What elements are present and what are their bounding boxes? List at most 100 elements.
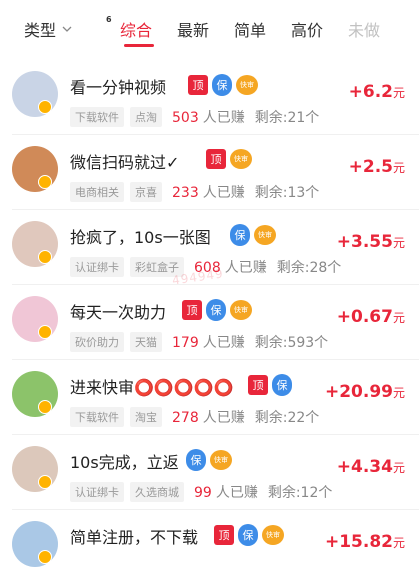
tab-not-done[interactable]: 未做 — [348, 17, 405, 41]
reward-unit: 元 — [392, 536, 405, 550]
earned-number: 233 — [172, 185, 199, 201]
task-badges: 保快审 — [186, 449, 232, 471]
remaining-count: 剩余:21个 — [254, 110, 320, 126]
earned-number: 179 — [172, 335, 199, 351]
avatar-crown-badge — [38, 475, 52, 489]
task-row[interactable]: 看一分钟视频 顶保快审下载软件 点淘 503 人已赚 剩余:21个 +6.2元 — [0, 60, 419, 135]
reward-unit: 元 — [392, 161, 405, 175]
remaining-count: 剩余:593个 — [254, 335, 329, 351]
category-tag: 京喜 — [130, 182, 162, 202]
category-tag: 砍价助力 — [70, 332, 124, 352]
reward-value: +15.82 — [324, 532, 393, 552]
guarantee-shield-icon: 保 — [212, 74, 232, 96]
task-row[interactable]: 微信扫码就过✓ 顶快审电商相关 京喜 233 人已赚 剩余:13个 +2.5元 — [0, 135, 419, 210]
avatar-crown-badge — [38, 175, 52, 189]
earned-number: 99 — [194, 485, 212, 501]
tab-simple[interactable]: 简单 — [234, 17, 291, 41]
avatar-crown-badge — [38, 100, 52, 114]
task-title: 抢疯了，10s一张图 — [70, 228, 211, 247]
category-tag: 下载软件 — [70, 407, 124, 427]
earned-suffix: 人已赚 — [202, 335, 245, 351]
avatar-crown-badge — [38, 400, 52, 414]
reward-amount: +4.34元 — [337, 457, 405, 477]
active-tab-indicator — [124, 44, 154, 47]
reward-value: +2.5 — [348, 157, 393, 177]
earned-suffix: 人已赚 — [224, 260, 267, 276]
tab-comprehensive[interactable]: 综合 — [120, 17, 177, 41]
fast-review-badge: 快审 — [236, 75, 258, 95]
earned-number: 278 — [172, 410, 199, 426]
sort-tabs: 综合 最新 简单 高价 未做 — [120, 17, 405, 41]
avatar-crown-badge — [38, 250, 52, 264]
reward-value: +3.55 — [336, 232, 393, 252]
task-badges: 顶保快审 — [182, 299, 252, 321]
earned-count: 278 人已赚 — [168, 407, 245, 427]
earned-suffix: 人已赚 — [202, 185, 245, 201]
pinned-badge: 顶 — [188, 75, 208, 95]
reward-unit: 元 — [392, 386, 405, 400]
category-tag: 久选商城 — [130, 482, 184, 502]
earned-suffix: 人已赚 — [202, 110, 245, 126]
category-tag: 点淘 — [130, 107, 162, 127]
reward-amount: +2.5元 — [349, 157, 405, 177]
task-badges: 顶保快审 — [214, 524, 284, 546]
reward-amount: +0.67元 — [337, 307, 405, 327]
tab-newest[interactable]: 最新 — [177, 17, 234, 41]
category-tag: 认证绑卡 — [70, 257, 124, 277]
task-badges: 顶保快审 — [188, 74, 258, 96]
task-title: 微信扫码就过✓ — [70, 153, 180, 172]
task-row[interactable]: 每天一次助力顶保快审 砍价助力 天猫 179 人已赚 剩余:593个 +0.67元 — [0, 285, 419, 360]
earned-count: 233 人已赚 — [168, 182, 245, 202]
type-dropdown-label: 类型 — [24, 21, 57, 40]
category-tag: 天猫 — [130, 332, 162, 352]
category-tag: 认证绑卡 — [70, 482, 124, 502]
task-meta: 认证绑卡 久选商城 99 人已赚 剩余:12个 — [70, 482, 332, 502]
earned-count: 503 人已赚 — [168, 107, 245, 127]
reward-value: +20.99 — [324, 382, 393, 402]
fast-review-badge: 快审 — [262, 525, 284, 545]
guarantee-shield-icon: 保 — [272, 374, 292, 396]
reward-amount: +6.2元 — [349, 82, 405, 102]
reward-value: +0.67 — [336, 307, 393, 327]
task-row[interactable]: 进来快审⭕⭕⭕⭕⭕ 顶保下载软件 淘宝 278 人已赚 剩余:22个 +20.99元 — [0, 360, 419, 435]
reward-amount: +15.82元 — [325, 532, 405, 552]
task-meta: 电商相关 京喜 233 人已赚 剩余:13个 — [70, 182, 319, 202]
earned-count: 99 人已赚 — [190, 482, 258, 502]
tab-count-dot: 6 — [106, 15, 112, 24]
reward-amount: +20.99元 — [325, 382, 405, 402]
pinned-badge: 顶 — [214, 525, 234, 545]
reward-amount: +3.55元 — [337, 232, 405, 252]
task-title: 10s完成，立返 — [70, 453, 179, 472]
reward-value: +4.34 — [336, 457, 393, 477]
task-badges: 顶快审 — [206, 149, 252, 169]
tab-high-price[interactable]: 高价 — [291, 17, 348, 41]
category-tag: 下载软件 — [70, 107, 124, 127]
remaining-count: 剩余:28个 — [276, 260, 342, 276]
reward-unit: 元 — [392, 86, 405, 100]
task-meta: 砍价助力 天猫 179 人已赚 剩余:593个 — [70, 332, 328, 352]
type-dropdown[interactable]: 类型 — [24, 17, 73, 41]
remaining-count: 剩余:22个 — [254, 410, 320, 426]
remaining-count: 剩余:12个 — [267, 485, 333, 501]
task-title: 看一分钟视频 — [70, 78, 167, 97]
avatar-crown-badge — [38, 325, 52, 339]
remaining-count: 剩余:13个 — [254, 185, 320, 201]
reward-unit: 元 — [392, 461, 405, 475]
fast-review-badge: 快审 — [230, 300, 252, 320]
fast-review-badge: 快审 — [230, 149, 252, 169]
earned-number: 503 — [172, 110, 199, 126]
reward-value: +6.2 — [348, 82, 393, 102]
task-list: 看一分钟视频顶保快审 下载软件 点淘 503 人已赚 剩余:21个 +6.2元 微信扫码就过✓… — [0, 60, 419, 569]
task-badges: 顶保 — [248, 374, 292, 396]
category-tag: 电商相关 — [70, 182, 124, 202]
guarantee-shield-icon: 保 — [238, 524, 258, 546]
task-row[interactable]: 10s完成，立返保快审认证绑卡 久选商城 99 人已赚 剩余:12个 +4.34元 — [0, 435, 419, 510]
guarantee-shield-icon: 保 — [186, 449, 206, 471]
earned-suffix: 人已赚 — [215, 485, 258, 501]
task-row[interactable]: 简单注册，不下载顶保快审 +15.82元 — [0, 510, 419, 569]
fast-review-badge: 快审 — [210, 450, 232, 470]
filter-bar: 类型 6 综合 最新 简单 高价 未做 — [0, 0, 419, 58]
task-badges: 保快审 — [230, 224, 276, 246]
task-meta: 下载软件 点淘 503 人已赚 剩余:21个 — [70, 107, 319, 127]
fast-review-badge: 快审 — [254, 225, 276, 245]
